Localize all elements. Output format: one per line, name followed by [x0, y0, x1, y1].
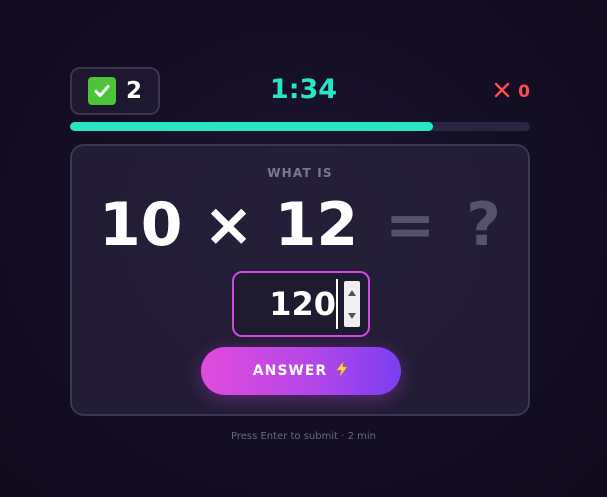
submit-hint: Press Enter to submit · 2 min — [230, 431, 376, 442]
question-card: WHAT IS 10 × 12 = ? ANSWER — [70, 144, 530, 416]
operator: × — [203, 190, 254, 260]
answer-stepper[interactable] — [344, 281, 360, 327]
question-expression: 10 × 12 = ? — [72, 186, 528, 264]
answer-field — [232, 271, 370, 337]
operand-b: 12 — [274, 190, 359, 260]
chevron-down-icon — [348, 312, 356, 319]
answer-button-label: ANSWER — [252, 363, 328, 379]
close-icon — [494, 82, 510, 102]
equals-sign: = — [384, 190, 436, 260]
operand-a: 10 — [99, 190, 183, 260]
time-progress-fill — [70, 122, 433, 131]
answer-input[interactable] — [244, 279, 338, 329]
time-progress-bar — [70, 122, 530, 131]
stepper-up-button[interactable] — [344, 281, 360, 304]
lightning-icon — [335, 360, 349, 381]
chevron-up-icon — [348, 289, 356, 296]
wrong-count: 0 — [518, 82, 530, 102]
question-prompt: WHAT IS — [267, 166, 333, 180]
wrong-score-box: 0 — [494, 82, 530, 102]
answer-button[interactable]: ANSWER — [201, 347, 401, 395]
stepper-down-button[interactable] — [344, 304, 360, 327]
unknown-mark: ? — [466, 190, 501, 260]
